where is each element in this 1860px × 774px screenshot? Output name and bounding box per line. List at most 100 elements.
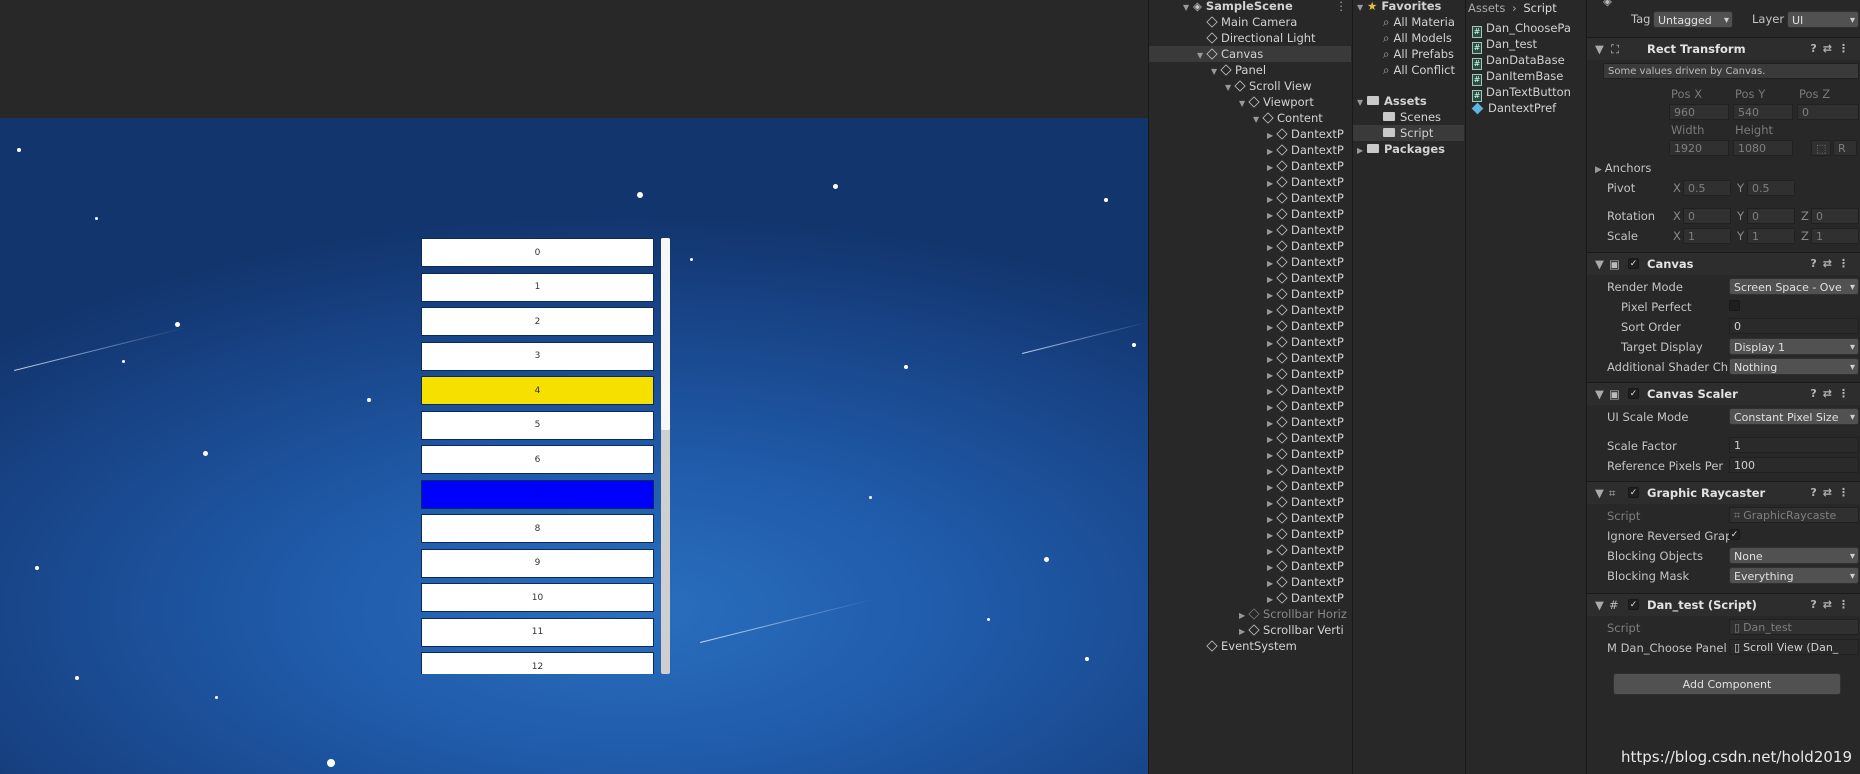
sort-order-field[interactable]: 0: [1729, 318, 1859, 334]
scrollbar-handle[interactable]: [661, 238, 670, 430]
packages-row[interactable]: ▶ Packages: [1357, 141, 1445, 157]
canvas-scaler-enabled-checkbox[interactable]: ✓: [1628, 388, 1639, 399]
expand-arrow-icon[interactable]: ▼: [1253, 112, 1263, 128]
list-item-button[interactable]: 4: [421, 376, 654, 405]
project-file-item[interactable]: DantextPref: [1471, 100, 1556, 116]
hierarchy-row[interactable]: ▶ DantextP: [1267, 590, 1351, 606]
blocking-objects-dropdown[interactable]: None: [1729, 547, 1859, 564]
dan-test-script-field[interactable]: ▯ Dan_test: [1729, 619, 1859, 635]
favorites-item[interactable]: ⌕ All Prefabs: [1383, 46, 1454, 62]
pivot-y-field[interactable]: 0.5: [1747, 180, 1795, 196]
target-display-dropdown[interactable]: Display 1: [1729, 338, 1859, 355]
hierarchy-row[interactable]: ▶ DantextP: [1267, 158, 1351, 174]
dan-test-header[interactable]: ▼ # ✓ Dan_test (Script) ?⇄⋮: [1587, 593, 1860, 616]
hierarchy-row[interactable]: ▼ Viewport: [1239, 94, 1351, 110]
pos-x-field[interactable]: 960: [1669, 104, 1729, 120]
assets-row[interactable]: ▼ Assets: [1357, 93, 1427, 109]
dan-test-enabled-checkbox[interactable]: ✓: [1628, 599, 1639, 610]
hierarchy-row[interactable]: ▶ DantextP: [1267, 446, 1351, 462]
pixel-perfect-checkbox[interactable]: [1729, 300, 1740, 311]
hierarchy-row[interactable]: ▶ DantextP: [1267, 318, 1351, 334]
scale-x-field[interactable]: 1: [1683, 228, 1731, 244]
shader-channels-dropdown[interactable]: Nothing: [1729, 358, 1859, 375]
ui-scale-mode-dropdown[interactable]: Constant Pixel Size: [1729, 408, 1859, 425]
scene-row[interactable]: ▼ ◈ SampleScene ⋮: [1183, 0, 1351, 14]
hierarchy-row[interactable]: ▼ Content: [1253, 110, 1351, 126]
list-item-button[interactable]: 5: [421, 410, 654, 440]
favorites-item[interactable]: ⌕ All Materia: [1383, 14, 1455, 30]
render-mode-dropdown[interactable]: Screen Space - Ove: [1729, 278, 1859, 295]
rect-transform-header[interactable]: ▼ ⛶ Rect Transform ?⇄⋮: [1587, 37, 1860, 60]
raycaster-script-field[interactable]: ⌗ GraphicRaycaste: [1729, 507, 1859, 523]
rotation-z-field[interactable]: 0: [1811, 208, 1859, 224]
hierarchy-row[interactable]: ▶ DantextP: [1267, 494, 1351, 510]
hierarchy-row[interactable]: ▶ DantextP: [1267, 222, 1351, 238]
project-file-item[interactable]: # Dan_ChoosePa: [1472, 20, 1571, 38]
hierarchy-row[interactable]: ▶ DantextP: [1267, 382, 1351, 398]
hierarchy-row[interactable]: ▶ DantextP: [1267, 510, 1351, 526]
add-component-button[interactable]: Add Component: [1613, 673, 1841, 695]
scroll-view-viewport[interactable]: 0 1 2 3 4 5 6 7 8 9 10 11 12: [421, 238, 656, 674]
component-header-icons[interactable]: ?⇄⋮: [1810, 482, 1855, 504]
reference-pixels-field[interactable]: 100: [1729, 457, 1859, 473]
canvas-enabled-checkbox[interactable]: ✓: [1628, 258, 1639, 269]
expand-arrow-icon[interactable]: ▼: [1211, 64, 1221, 80]
project-file-item[interactable]: # DanItemBase: [1472, 68, 1563, 86]
graphic-raycaster-header[interactable]: ▼ ⌗ ✓ Graphic Raycaster ?⇄⋮: [1587, 481, 1860, 504]
blocking-mask-dropdown[interactable]: Everything: [1729, 567, 1859, 584]
hierarchy-row[interactable]: ▼ Scroll View: [1225, 78, 1351, 94]
width-field[interactable]: 1920: [1669, 140, 1729, 156]
pivot-x-field[interactable]: 0.5: [1683, 180, 1731, 196]
list-item-button[interactable]: 2: [421, 307, 654, 336]
list-item-button[interactable]: 10: [421, 583, 654, 612]
list-item-button[interactable]: 12: [421, 652, 654, 674]
hierarchy-row[interactable]: ▶ DantextP: [1267, 350, 1351, 366]
layer-dropdown[interactable]: UI: [1787, 11, 1859, 28]
ignore-reversed-checkbox[interactable]: ✓: [1729, 529, 1740, 540]
hierarchy-row[interactable]: ▶ DantextP: [1267, 286, 1351, 302]
rotation-y-field[interactable]: 0: [1747, 208, 1795, 224]
hierarchy-row[interactable]: EventSystem: [1197, 638, 1351, 654]
raycaster-enabled-checkbox[interactable]: ✓: [1628, 487, 1639, 498]
list-item-button[interactable]: 7: [421, 479, 654, 509]
expand-arrow-icon[interactable]: ▼: [1197, 48, 1207, 64]
hierarchy-row[interactable]: ▶ DantextP: [1267, 206, 1351, 222]
pos-z-field[interactable]: 0: [1797, 104, 1859, 120]
hierarchy-row[interactable]: ▶ DantextP: [1267, 574, 1351, 590]
hierarchy-row[interactable]: Main Camera: [1197, 14, 1351, 30]
hierarchy-row[interactable]: ▶ DantextP: [1267, 302, 1351, 318]
expand-arrow-icon[interactable]: ▼: [1225, 80, 1235, 96]
hierarchy-row[interactable]: Directional Light: [1197, 30, 1351, 46]
favorites-item[interactable]: ⌕ All Conflict: [1383, 62, 1455, 78]
component-header-icons[interactable]: ?⇄⋮: [1810, 383, 1855, 405]
scale-z-field[interactable]: 1: [1811, 228, 1859, 244]
hierarchy-row[interactable]: ▼ Panel: [1211, 62, 1351, 78]
hierarchy-row[interactable]: ▶ DantextP: [1267, 142, 1351, 158]
blueprint-button[interactable]: ⬚: [1811, 140, 1831, 156]
breadcrumb-assets[interactable]: Assets: [1468, 1, 1505, 15]
component-header-icons[interactable]: ?⇄⋮: [1810, 594, 1855, 616]
hierarchy-row[interactable]: ▼ Canvas: [1149, 46, 1351, 62]
scale-factor-field[interactable]: 1: [1729, 437, 1859, 453]
hierarchy-row[interactable]: ▶ DantextP: [1267, 542, 1351, 558]
hierarchy-row[interactable]: ▶ DantextP: [1267, 190, 1351, 206]
hierarchy-row[interactable]: ▶ DantextP: [1267, 254, 1351, 270]
expand-arrow-icon[interactable]: ▼: [1183, 0, 1193, 16]
list-item-button[interactable]: 11: [421, 617, 654, 647]
hierarchy-row[interactable]: ▶ DantextP: [1267, 478, 1351, 494]
hierarchy-row[interactable]: ▶ DantextP: [1267, 126, 1351, 142]
hierarchy-row[interactable]: ▶ DantextP: [1267, 334, 1351, 350]
hierarchy-row[interactable]: ▶ DantextP: [1267, 398, 1351, 414]
choose-panel-field[interactable]: ▯ Scroll View (Dan_: [1729, 639, 1859, 655]
asset-folder-item[interactable]: Script: [1353, 125, 1464, 141]
foldout-arrow-icon[interactable]: ▼: [1595, 594, 1604, 616]
tag-dropdown[interactable]: Untagged: [1653, 11, 1733, 28]
foldout-arrow-icon[interactable]: ▼: [1595, 482, 1604, 504]
canvas-component-header[interactable]: ▼ ▣ ✓ Canvas ?⇄⋮: [1587, 252, 1860, 275]
hierarchy-row[interactable]: ▶ DantextP: [1267, 526, 1351, 542]
project-file-item[interactable]: # Dan_test: [1472, 36, 1537, 54]
list-item-button[interactable]: 0: [421, 238, 654, 267]
raw-edit-button[interactable]: R: [1833, 140, 1857, 156]
list-item-button[interactable]: 9: [421, 548, 654, 578]
hierarchy-row[interactable]: ▶ DantextP: [1267, 174, 1351, 190]
